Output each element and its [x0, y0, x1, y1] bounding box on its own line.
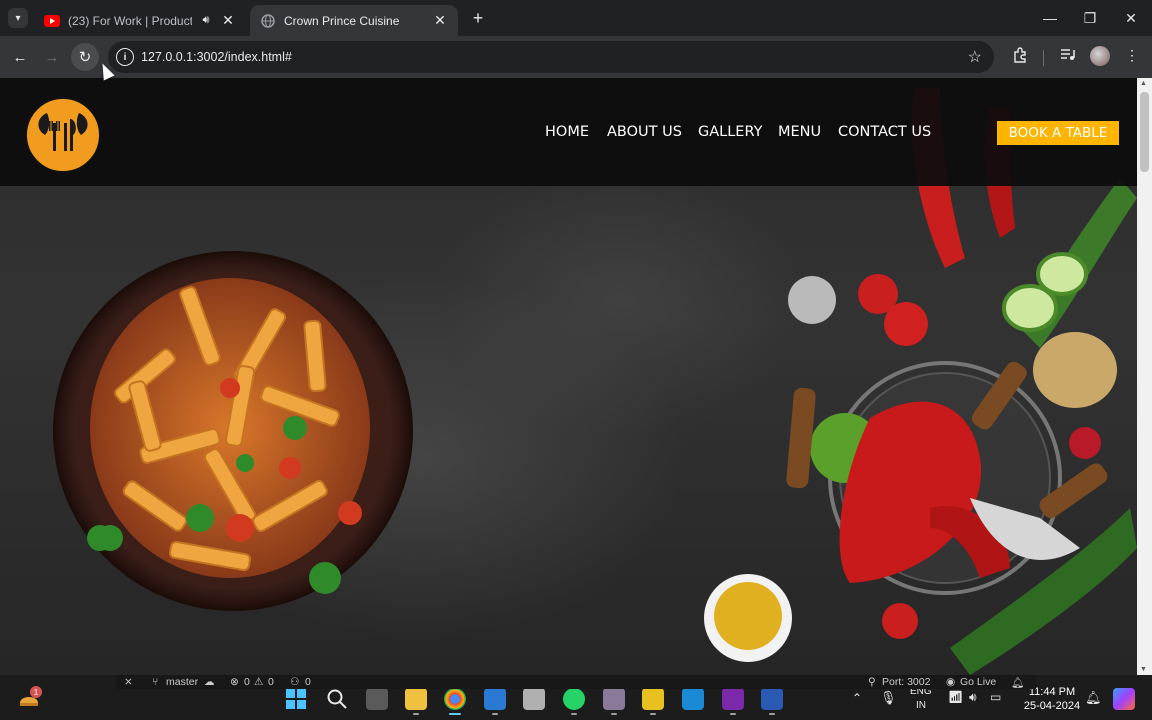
sticky-notes-icon[interactable]: [642, 688, 664, 715]
book-table-button[interactable]: BOOK A TABLE: [997, 121, 1119, 145]
nav-home[interactable]: HOME: [545, 124, 589, 140]
windows-logo-icon: [286, 689, 306, 709]
clock-date: 25-04-2024: [1023, 700, 1081, 712]
chevron-down-icon: ▾: [15, 12, 21, 24]
running-indicator: [650, 713, 656, 715]
running-indicator: [413, 713, 419, 715]
url-text[interactable]: 127.0.0.1:3002/index.html#: [141, 50, 292, 64]
clock[interactable]: 11:44 PM 25-04-2024: [1022, 685, 1082, 713]
reload-icon: ↻: [78, 49, 92, 66]
minimize-button[interactable]: —: [1030, 0, 1070, 36]
search-icon: [327, 689, 347, 709]
nav-menu[interactable]: MENU: [778, 124, 821, 140]
youtube-icon: [44, 13, 60, 29]
chrome-icon[interactable]: [444, 688, 466, 715]
page-scrollbar[interactable]: ▲ ▼: [1137, 78, 1152, 675]
running-indicator: [571, 713, 577, 715]
tab-youtube[interactable]: (23) For Work | Productive 🔊︎ ✕: [34, 5, 246, 36]
extensions-icon[interactable]: [1009, 47, 1031, 67]
nav-about-us[interactable]: ABOUT US: [607, 124, 682, 140]
close-window-button[interactable]: ✕: [1111, 0, 1151, 36]
snipping-tool-icon[interactable]: [603, 688, 625, 715]
warning-icon[interactable]: ⚠: [254, 676, 263, 688]
running-indicator: [449, 713, 461, 715]
error-icon[interactable]: ⊗: [230, 676, 239, 688]
onenote-icon[interactable]: [722, 688, 744, 715]
close-tab-icon[interactable]: ✕: [220, 12, 236, 29]
running-indicator: [492, 713, 498, 715]
start-button[interactable]: [285, 688, 307, 710]
restaurant-logo[interactable]: [25, 97, 101, 173]
sync-icon[interactable]: ☁: [204, 676, 215, 688]
running-indicator: [611, 713, 617, 715]
volume-icon[interactable]: 🔊︎: [969, 690, 977, 705]
scroll-down-icon[interactable]: ▼: [1140, 666, 1147, 673]
arrow-left-icon: ←: [12, 48, 28, 66]
close-tab-icon[interactable]: ✕: [432, 12, 448, 29]
forward-button[interactable]: →: [38, 43, 66, 71]
wifi-icon[interactable]: 📶︎: [948, 690, 963, 704]
store-icon[interactable]: [523, 688, 545, 710]
reload-button[interactable]: ↻: [71, 43, 99, 71]
git-branch-icon[interactable]: ⑂: [152, 676, 158, 688]
whatsapp-icon[interactable]: [563, 688, 585, 715]
search-button[interactable]: [326, 688, 348, 710]
task-view-icon[interactable]: [366, 688, 388, 710]
scroll-up-icon[interactable]: ▲: [1140, 80, 1147, 87]
address-bar[interactable]: i 127.0.0.1:3002/index.html# ☆: [108, 41, 994, 73]
battery-icon[interactable]: ▭: [990, 690, 1001, 704]
port-label[interactable]: Port: 3002: [882, 676, 930, 688]
new-tab-button[interactable]: +: [468, 8, 488, 28]
port-icon: ⚲: [868, 676, 876, 688]
file-explorer-icon[interactable]: [405, 688, 427, 715]
ports-icon[interactable]: ⚇: [290, 676, 299, 688]
nav-contact-us[interactable]: CONTACT US: [838, 124, 931, 140]
copilot-icon[interactable]: [1113, 688, 1135, 710]
profile-avatar[interactable]: [1090, 46, 1110, 66]
go-live-icon: ◉: [946, 676, 956, 688]
vscode-status-bar: ⨯ ⑂ master ☁ ⊗ 0 ⚠ 0 ⚇ 0 ⚲ Port: 3002 ◉ …: [116, 675, 1036, 689]
scroll-thumb[interactable]: [1140, 92, 1149, 172]
globe-icon: [260, 13, 276, 29]
tab-title: (23) For Work | Productive: [68, 13, 192, 28]
tab-search-button[interactable]: ▾: [8, 8, 28, 28]
pasta-bowl-image: [53, 251, 413, 611]
word-icon[interactable]: [761, 688, 783, 715]
nav-gallery[interactable]: GALLERY: [698, 124, 762, 140]
arrow-right-icon: →: [44, 48, 60, 66]
tab-strip: ▾ (23) For Work | Productive 🔊︎ ✕ Crown …: [0, 0, 1152, 36]
bookmark-star-icon[interactable]: ☆: [968, 47, 982, 67]
remote-icon[interactable]: ⨯: [124, 676, 133, 688]
ports-count[interactable]: 0: [305, 676, 311, 688]
tab-title: Crown Prince Cuisine: [284, 13, 400, 28]
running-indicator: [730, 713, 736, 715]
bell-icon[interactable]: 🔔︎: [1011, 676, 1024, 689]
error-count[interactable]: 0: [244, 676, 250, 688]
page-viewport: HOME ABOUT US GALLERY MENU CONTACT US BO…: [0, 78, 1137, 675]
notification-badge: 1: [30, 686, 42, 698]
warning-count[interactable]: 0: [268, 676, 274, 688]
vscode-icon[interactable]: [484, 688, 506, 715]
git-branch[interactable]: master: [166, 676, 198, 688]
site-header: HOME ABOUT US GALLERY MENU CONTACT US BO…: [0, 78, 1137, 186]
browser-toolbar: ← → ↻ i 127.0.0.1:3002/index.html# ☆ ⋮: [0, 36, 1152, 78]
microphone-icon[interactable]: 🎙︎: [880, 690, 897, 706]
media-control-icon[interactable]: [1057, 47, 1079, 67]
language-bottom[interactable]: IN: [916, 700, 926, 711]
kebab-menu-icon[interactable]: ⋮: [1121, 47, 1143, 67]
site-info-icon[interactable]: i: [116, 48, 134, 66]
speaker-icon[interactable]: 🔊︎: [198, 14, 214, 27]
back-button[interactable]: ←: [6, 43, 34, 71]
go-live-button[interactable]: Go Live: [960, 676, 996, 688]
running-indicator: [769, 713, 775, 715]
tab-crown-prince[interactable]: Crown Prince Cuisine ✕: [250, 5, 458, 36]
notification-bell-icon[interactable]: 🔔︎: [1085, 690, 1102, 706]
maximize-button[interactable]: ❐: [1070, 0, 1110, 36]
chevron-up-icon[interactable]: ⌃: [852, 691, 862, 705]
outlook-icon[interactable]: [682, 688, 704, 710]
fork-knife-leaf-icon: [38, 113, 88, 151]
toolbar-separator: [1043, 50, 1044, 66]
